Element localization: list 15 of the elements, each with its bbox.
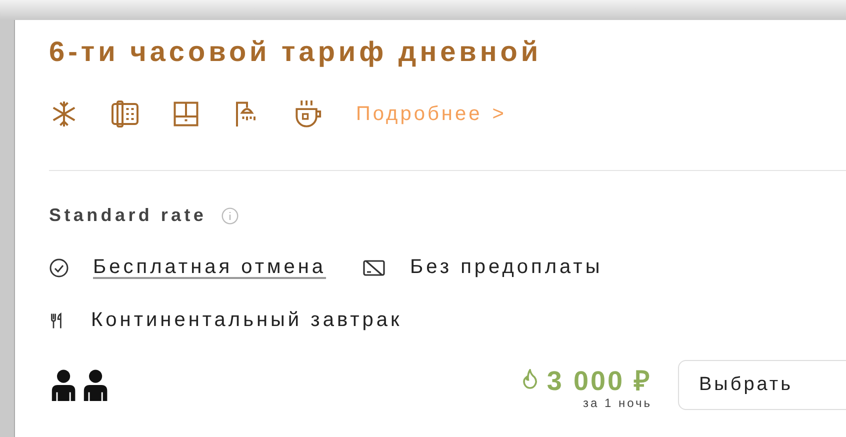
check-circle-icon	[49, 258, 69, 278]
info-icon[interactable]	[220, 206, 239, 224]
rate-title: 6-ти часовой тариф дневной	[49, 36, 543, 68]
price-amount: 3 000 ₽	[546, 364, 652, 398]
select-button[interactable]: Выбрать	[678, 360, 846, 410]
price-note: за 1 ночь	[582, 396, 652, 410]
phone-icon	[110, 99, 140, 129]
wardrobe-icon	[171, 99, 201, 129]
rate-name: Standard rate	[49, 205, 207, 226]
condition-label: Без предоплаты	[410, 256, 603, 279]
flame-icon	[520, 369, 539, 389]
meal-label: Континентальный завтрак	[91, 309, 402, 332]
condition-link[interactable]: Бесплатная отмена	[93, 256, 326, 279]
card-crossed-icon	[362, 258, 386, 278]
chevron-icon: >	[492, 102, 506, 126]
